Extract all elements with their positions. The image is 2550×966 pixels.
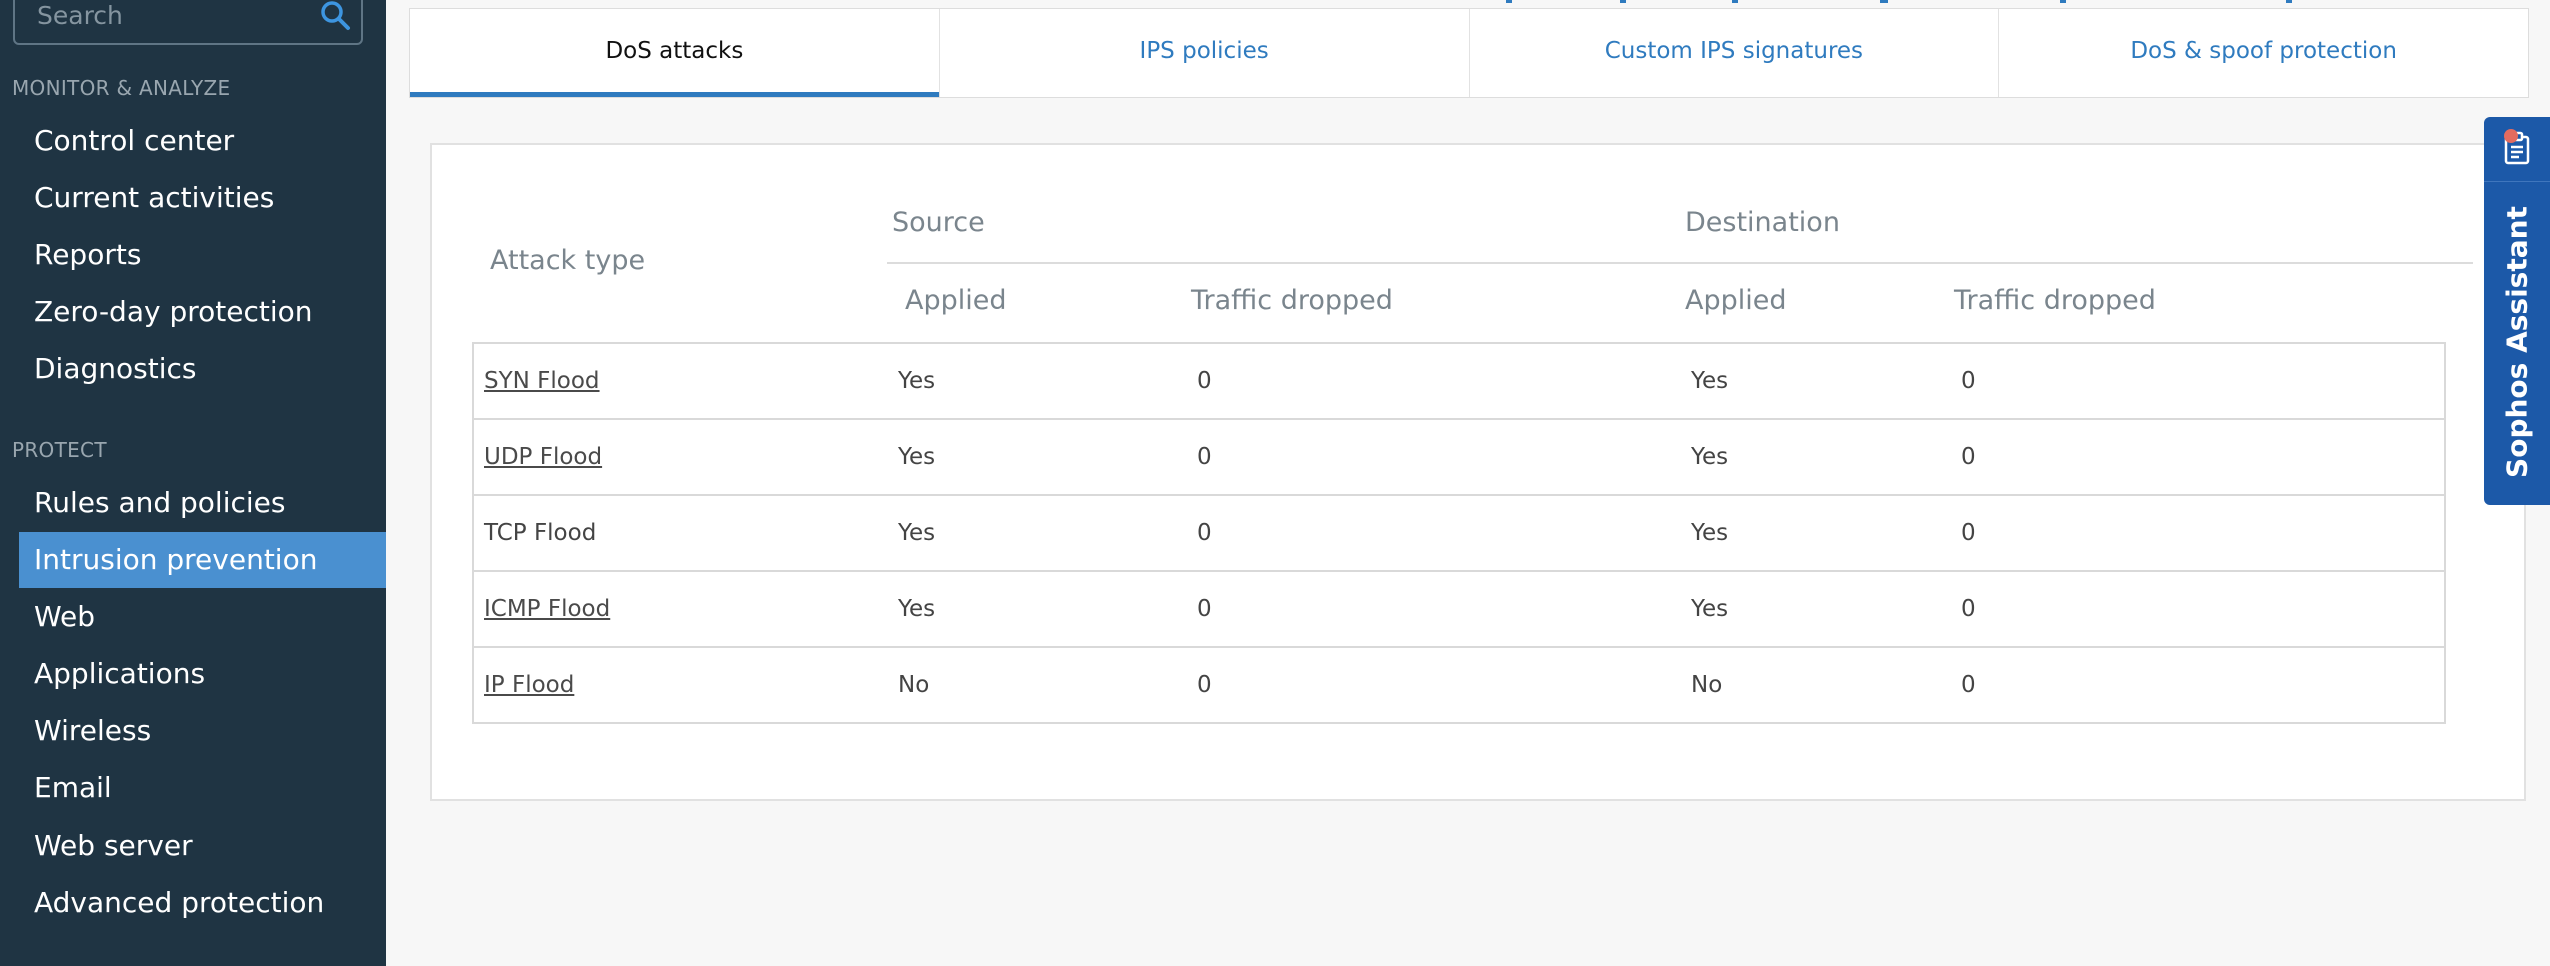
sophos-assistant-tab[interactable]: Sophos Assistant [2484, 117, 2550, 505]
source-applied: Yes [898, 444, 936, 470]
header-source-applied: Applied [905, 285, 1007, 316]
header-destination-traffic-dropped: Traffic dropped [1954, 285, 2156, 316]
assistant-icon-area[interactable] [2484, 117, 2550, 182]
assistant-label: Sophos Assistant [2500, 206, 2534, 478]
destination-traffic-dropped: 0 [1961, 520, 1976, 546]
table-row-tcp-flood: TCP Flood Yes 0 Yes 0 [474, 496, 2444, 572]
attack-link-udp-flood[interactable]: UDP Flood [484, 420, 602, 494]
sidebar-item-applications[interactable]: Applications [19, 646, 386, 702]
tab-custom-ips-signatures[interactable]: Custom IPS signatures [1470, 9, 2000, 97]
source-applied: Yes [898, 596, 936, 622]
clipped-top-text [1506, 0, 2292, 3]
tab-dos-spoof-protection[interactable]: DoS & spoof protection [1999, 9, 2528, 97]
sidebar-item-wireless[interactable]: Wireless [19, 703, 386, 759]
dos-attacks-table: SYN Flood Yes 0 Yes 0 UDP Flood Yes 0 Ye… [472, 342, 2446, 724]
table-row-udp-flood: UDP Flood Yes 0 Yes 0 [474, 420, 2444, 496]
sidebar-item-rules-and-policies[interactable]: Rules and policies [19, 475, 386, 531]
tab-ips-policies[interactable]: IPS policies [940, 9, 1470, 97]
header-destination: Destination [1685, 207, 1840, 238]
sidebar-item-advanced-protection[interactable]: Advanced protection [19, 875, 386, 931]
attack-link-syn-flood[interactable]: SYN Flood [484, 344, 600, 418]
sidebar: MONITOR & ANALYZE Control center Current… [0, 0, 386, 966]
source-traffic-dropped: 0 [1197, 520, 1212, 546]
attack-link-icmp-flood[interactable]: ICMP Flood [484, 572, 610, 646]
source-traffic-dropped: 0 [1197, 596, 1212, 622]
sidebar-item-control-center[interactable]: Control center [19, 113, 386, 169]
tab-bar: DoS attacks IPS policies Custom IPS sign… [409, 8, 2529, 98]
header-source-traffic-dropped: Traffic dropped [1191, 285, 1393, 316]
attack-link-ip-flood[interactable]: IP Flood [484, 648, 574, 722]
search-box [13, 0, 363, 45]
source-applied: No [898, 672, 930, 698]
destination-traffic-dropped: 0 [1961, 444, 1976, 470]
search-input[interactable] [35, 0, 319, 32]
source-traffic-dropped: 0 [1197, 444, 1212, 470]
source-applied: Yes [898, 368, 936, 394]
source-traffic-dropped: 0 [1197, 368, 1212, 394]
sidebar-item-zero-day-protection[interactable]: Zero-day protection [19, 284, 386, 340]
section-title-protect: PROTECT [12, 438, 107, 462]
section-title-monitor: MONITOR & ANALYZE [12, 76, 231, 100]
header-destination-applied: Applied [1685, 285, 1787, 316]
destination-applied: Yes [1691, 596, 1729, 622]
attack-name-tcp-flood: TCP Flood [484, 520, 597, 546]
sidebar-item-reports[interactable]: Reports [19, 227, 386, 283]
source-applied: Yes [898, 520, 936, 546]
sidebar-item-intrusion-prevention[interactable]: Intrusion prevention [19, 532, 386, 588]
sidebar-item-web-server[interactable]: Web server [19, 818, 386, 874]
destination-traffic-dropped: 0 [1961, 368, 1976, 394]
sidebar-item-email[interactable]: Email [19, 760, 386, 816]
sidebar-item-web[interactable]: Web [19, 589, 386, 645]
destination-applied: Yes [1691, 368, 1729, 394]
header-attack-type: Attack type [490, 245, 646, 276]
table-row-icmp-flood: ICMP Flood Yes 0 Yes 0 [474, 572, 2444, 648]
destination-applied: Yes [1691, 520, 1729, 546]
notification-dot [2504, 129, 2518, 143]
destination-traffic-dropped: 0 [1961, 596, 1976, 622]
table-row-ip-flood: IP Flood No 0 No 0 [474, 648, 2444, 722]
sidebar-item-current-activities[interactable]: Current activities [19, 170, 386, 226]
header-divider [887, 262, 2473, 264]
header-source: Source [892, 207, 985, 238]
destination-applied: No [1691, 672, 1723, 698]
destination-traffic-dropped: 0 [1961, 672, 1976, 698]
source-traffic-dropped: 0 [1197, 672, 1212, 698]
destination-applied: Yes [1691, 444, 1729, 470]
table-row-syn-flood: SYN Flood Yes 0 Yes 0 [474, 344, 2444, 420]
dos-attacks-panel: Attack type Source Destination Applied T… [430, 143, 2526, 801]
tab-dos-attacks[interactable]: DoS attacks [410, 9, 940, 97]
search-icon[interactable] [317, 0, 353, 33]
sidebar-item-diagnostics[interactable]: Diagnostics [19, 341, 386, 397]
